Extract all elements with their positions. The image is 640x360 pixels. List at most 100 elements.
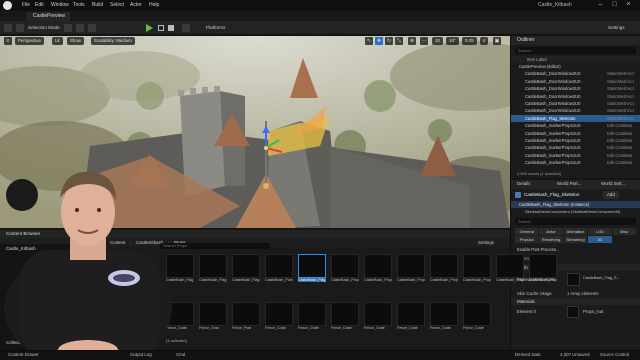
outliner-row[interactable]: CastleBash_DoorWindow2U0 StaticMeshAct (511, 100, 640, 107)
outliner-row[interactable]: CastleBash_markerProps1U0 Edit CastleBa (511, 130, 640, 137)
unsaved-button[interactable]: 4,307 Unsaved (560, 352, 590, 357)
viewport-layout-icon[interactable]: ▣ (493, 37, 501, 45)
scale-tool-icon[interactable]: ⤡ (395, 37, 403, 45)
play-icon[interactable] (146, 24, 153, 32)
details-search-input[interactable]: Search (515, 218, 636, 225)
save-icon[interactable] (4, 24, 12, 32)
settings-button[interactable]: Settings (606, 23, 627, 33)
asset-tile[interactable]: CastleBash_Flag_Skeleton (298, 254, 326, 282)
grid-snap-value[interactable]: 10 (432, 37, 443, 45)
category-button-physics[interactable]: Physics (515, 236, 539, 243)
asset-tile[interactable]: CastleBash_Props_TypeRoof (364, 254, 392, 282)
launch-icon[interactable] (182, 24, 190, 32)
scale-snap-value[interactable]: 0.25 (462, 37, 477, 45)
camera-speed-value[interactable]: 4 (480, 37, 489, 45)
element-0-value[interactable]: Props_mat (583, 309, 603, 314)
asset-tile[interactable]: Fence_Post (232, 302, 260, 330)
asset-tile[interactable]: CastleBash_Props_Gate (463, 254, 491, 282)
outliner-row[interactable]: CastleBash_DoorWindow2U0 StaticMeshAct (511, 85, 640, 92)
asset-tile[interactable]: CastleBash_Flag_Mat (199, 254, 227, 282)
outliner-row[interactable]: CastleBash_DoorWindow2U0 StaticMeshAct (511, 70, 640, 77)
menu-file[interactable]: File (22, 2, 30, 8)
pause-icon[interactable] (158, 25, 164, 31)
content-drawer-button[interactable]: Content Drawer (8, 352, 39, 357)
category-button-streaming[interactable]: Streaming (563, 236, 588, 243)
maximize-icon[interactable]: □ (610, 1, 619, 9)
material-thumbnail[interactable] (567, 306, 579, 318)
category-button-animation[interactable]: Animation (563, 228, 588, 235)
skeletal-mesh-value[interactable]: CastleBash_Flag_S... (583, 276, 620, 280)
content-browser-settings-button[interactable]: Settings (478, 240, 494, 245)
asset-tile[interactable]: CastleBash_Props_Vine (496, 254, 524, 282)
materials-section-header[interactable]: Materials (511, 298, 640, 305)
move-tool-icon[interactable]: ✥ (375, 37, 383, 45)
outliner-row[interactable]: CastleBash_markerProps1U0 Edit CastleBa (511, 144, 640, 151)
menu-edit[interactable]: Edit (35, 2, 44, 8)
viewport-menu-icon[interactable]: ≡ (4, 37, 12, 45)
outliner-row[interactable]: CastleBash_markerProps1U0 Edit CastleBa (511, 122, 640, 129)
platforms-button[interactable]: Platforms (204, 23, 227, 33)
mode-icon[interactable] (16, 24, 24, 32)
category-button-lod[interactable]: LOD (588, 228, 612, 235)
category-button-general[interactable]: General (515, 228, 539, 235)
rotate-tool-icon[interactable]: ↻ (385, 37, 393, 45)
category-button-misc[interactable]: Misc (612, 228, 636, 235)
blueprint-icon[interactable] (76, 24, 84, 32)
tab-level[interactable]: CastlePreview (26, 12, 70, 21)
scalability-button[interactable]: Scalability: Medium (91, 37, 135, 45)
outliner-row[interactable]: CastleBash_Flag_Skeleton StaticMeshAct (511, 114, 640, 123)
world-local-icon[interactable]: ⊕ (408, 37, 416, 45)
asset-tile[interactable]: Fence_Crate (364, 302, 392, 330)
asset-tile[interactable]: Fence_Crate (265, 302, 293, 330)
surface-snap-icon[interactable]: ⋯ (420, 37, 428, 45)
asset-tile[interactable]: Fence_Crate (463, 302, 491, 330)
selection-mode-button[interactable]: Selection Mode (26, 23, 62, 33)
outliner-search-input[interactable]: Search... (515, 47, 636, 54)
add-actor-icon[interactable] (64, 24, 72, 32)
unreal-logo-icon[interactable] (3, 1, 12, 10)
asset-tile[interactable]: Fence_Gear (199, 302, 227, 330)
actor-name[interactable]: CastleBash_Flag_Skeleton (524, 192, 579, 197)
asset-tile[interactable]: Fence_Crate (298, 302, 326, 330)
menu-select[interactable]: Select (110, 2, 124, 8)
add-component-button[interactable]: Add (603, 191, 619, 199)
rotation-snap-value[interactable]: 10° (446, 37, 459, 45)
menu-window[interactable]: Window (51, 2, 69, 8)
outliner-row[interactable]: CastleBash_markerProps1U0 Edit CastleBa (511, 159, 640, 166)
select-tool-icon[interactable]: ↖ (365, 37, 373, 45)
lit-button[interactable]: Lit (52, 37, 63, 45)
cmd-input[interactable]: Cmd (176, 352, 185, 357)
tab-world-partition[interactable]: World Part... (557, 180, 581, 188)
asset-tile[interactable]: CastleBash_Props_Wagon (430, 254, 458, 282)
output-log-button[interactable]: Output Log (130, 352, 152, 357)
mesh-thumbnail[interactable] (567, 273, 580, 286)
show-button[interactable]: Show (67, 37, 84, 45)
close-icon[interactable]: × (624, 1, 633, 9)
skin-cache-value[interactable]: 1 Array elements (567, 291, 598, 296)
outliner-row[interactable]: CastleBash_markerProps1U0 Edit CastleBa (511, 137, 640, 144)
menu-build[interactable]: Build (92, 2, 103, 8)
derived-data-button[interactable]: Derived Data (515, 352, 541, 357)
asset-tile[interactable]: CastleBash_Props_Sign (529, 254, 557, 282)
cinematics-icon[interactable] (88, 24, 96, 32)
asset-tile[interactable]: Fence_Crate (430, 302, 458, 330)
outliner-row[interactable]: CastleBash_DoorWindow2U0 StaticMeshAct (511, 107, 640, 114)
category-button-actor[interactable]: Actor (539, 228, 563, 235)
outliner-row[interactable]: CastlePreview (Editor) (511, 63, 640, 70)
instance-row[interactable]: CastleBash_Flag_Skeleton (Instance) (511, 201, 640, 208)
asset-tile[interactable]: Fence_Crate (397, 302, 425, 330)
menu-help[interactable]: Help (149, 2, 159, 8)
outliner-row[interactable]: CastleBash_DoorWindow2U0 StaticMeshAct (511, 78, 640, 85)
asset-tile[interactable]: CastleBash_Pole_Mesh (265, 254, 293, 282)
asset-tile[interactable]: Fence_Crate (331, 302, 359, 330)
perspective-button[interactable]: Perspective (15, 37, 44, 45)
asset-tile[interactable]: CastleBash_Flag_Bat (232, 254, 260, 282)
outliner-column-header[interactable]: Item Label (511, 56, 640, 63)
menu-actor[interactable]: Actor (130, 2, 142, 8)
tab-details[interactable]: Details (517, 180, 530, 188)
minimize-icon[interactable]: – (596, 1, 605, 9)
menu-tools[interactable]: Tools (73, 2, 85, 8)
outliner-row[interactable]: CastleBash_DoorWindow2U0 StaticMeshAct (511, 93, 640, 100)
component-row[interactable]: SkeletalMeshComponent (SkeletalMeshCompo… (511, 208, 640, 215)
category-button-rendering[interactable]: Rendering (539, 236, 563, 243)
